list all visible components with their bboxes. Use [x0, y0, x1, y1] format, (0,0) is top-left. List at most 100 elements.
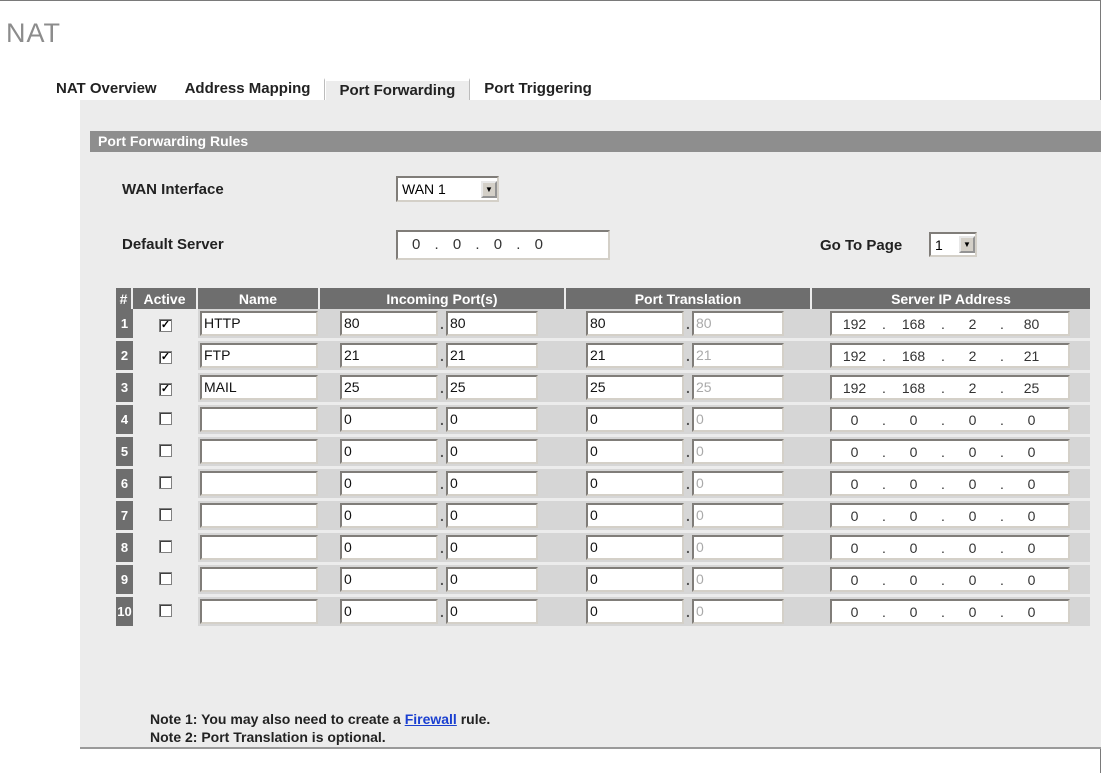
- server-ip-octet: 0: [850, 603, 859, 620]
- translation-port-start-input[interactable]: 0: [586, 503, 684, 528]
- default-server-octet-2: 0: [452, 236, 463, 253]
- translation-port-start-input[interactable]: 0: [586, 567, 684, 592]
- active-checkbox-cell: [133, 597, 198, 629]
- incoming-ports-cell: 0.0: [320, 565, 566, 597]
- check-icon: ✓: [160, 382, 171, 395]
- port-range-dot: .: [686, 315, 690, 332]
- ip-dot: .: [941, 475, 945, 492]
- incoming-port-end-input[interactable]: 80: [446, 311, 538, 336]
- name-input[interactable]: HTTP: [200, 311, 318, 336]
- incoming-port-start-input[interactable]: 0: [340, 599, 438, 624]
- server-ip-input[interactable]: 0. 0. 0. 0: [830, 567, 1070, 592]
- translation-port-start-input[interactable]: 21: [586, 343, 684, 368]
- server-ip-input[interactable]: 0. 0. 0. 0: [830, 407, 1070, 432]
- server-ip-input[interactable]: 192. 168. 2. 21: [830, 343, 1070, 368]
- active-checkbox[interactable]: [159, 475, 172, 489]
- server-ip-input[interactable]: 192. 168. 2. 25: [830, 375, 1070, 400]
- server-ip-input[interactable]: 0. 0. 0. 0: [830, 439, 1070, 464]
- wan-interface-select[interactable]: WAN 1 ▼: [396, 176, 499, 202]
- active-checkbox[interactable]: [159, 443, 172, 457]
- name-input[interactable]: [200, 567, 318, 592]
- port-translation-cell: 0.0: [566, 437, 812, 469]
- name-input[interactable]: [200, 599, 318, 624]
- row-number: 8: [116, 533, 133, 565]
- server-ip-octet: 0: [1027, 539, 1036, 556]
- translation-port-end-input: 0: [692, 535, 784, 560]
- active-checkbox[interactable]: [159, 571, 172, 585]
- active-checkbox[interactable]: [159, 507, 172, 521]
- row-number: 9: [116, 565, 133, 597]
- incoming-ports-cell: 0.0: [320, 437, 566, 469]
- server-ip-input[interactable]: 0. 0. 0. 0: [830, 599, 1070, 624]
- name-input[interactable]: [200, 471, 318, 496]
- incoming-port-start-input[interactable]: 0: [340, 503, 438, 528]
- name-cell: [198, 565, 320, 597]
- server-ip-octet: 80: [1023, 315, 1040, 332]
- translation-port-start-input[interactable]: 0: [586, 535, 684, 560]
- incoming-port-start-input[interactable]: 0: [340, 567, 438, 592]
- frame-top-border: [0, 0, 1101, 1]
- incoming-port-end-input[interactable]: 0: [446, 503, 538, 528]
- translation-port-start-input[interactable]: 0: [586, 599, 684, 624]
- row-number: 3: [116, 373, 133, 405]
- tab-port-forwarding[interactable]: Port Forwarding: [324, 78, 471, 100]
- active-checkbox[interactable]: [159, 411, 172, 425]
- ip-dot: .: [941, 603, 945, 620]
- incoming-port-end-input[interactable]: 21: [446, 343, 538, 368]
- translation-port-start-input[interactable]: 0: [586, 439, 684, 464]
- port-translation-cell: 0.0: [566, 565, 812, 597]
- ip-dot: .: [434, 236, 440, 253]
- incoming-port-start-input[interactable]: 21: [340, 343, 438, 368]
- translation-port-start-input[interactable]: 25: [586, 375, 684, 400]
- active-checkbox-cell: [133, 437, 198, 469]
- name-input[interactable]: FTP: [200, 343, 318, 368]
- translation-port-start-input[interactable]: 0: [586, 471, 684, 496]
- incoming-port-end-input[interactable]: 0: [446, 567, 538, 592]
- port-translation-cell: 21. 21: [566, 341, 812, 373]
- server-ip-input[interactable]: 0. 0. 0. 0: [830, 471, 1070, 496]
- name-cell: [198, 437, 320, 469]
- name-input[interactable]: [200, 503, 318, 528]
- incoming-port-end-input[interactable]: 0: [446, 599, 538, 624]
- server-ip-input[interactable]: 0. 0. 0. 0: [830, 503, 1070, 528]
- incoming-port-start-input[interactable]: 80: [340, 311, 438, 336]
- name-input[interactable]: [200, 535, 318, 560]
- tab-nat-overview[interactable]: NAT Overview: [42, 78, 171, 100]
- active-checkbox[interactable]: ✓: [159, 382, 172, 396]
- default-server-ip-field[interactable]: 0 . 0 . 0 . 0: [396, 230, 610, 260]
- incoming-port-start-input[interactable]: 25: [340, 375, 438, 400]
- incoming-port-end-input[interactable]: 0: [446, 407, 538, 432]
- translation-port-start-input[interactable]: 80: [586, 311, 684, 336]
- tab-address-mapping[interactable]: Address Mapping: [171, 78, 325, 100]
- go-to-page-select[interactable]: 1 ▼: [929, 232, 977, 257]
- incoming-port-start-input[interactable]: 0: [340, 471, 438, 496]
- incoming-port-end-input[interactable]: 0: [446, 439, 538, 464]
- firewall-link[interactable]: Firewall: [405, 711, 457, 727]
- translation-port-start-input[interactable]: 0: [586, 407, 684, 432]
- active-checkbox[interactable]: ✓: [159, 350, 172, 364]
- go-to-page-value: 1: [935, 236, 943, 253]
- ip-dot: .: [516, 236, 522, 253]
- server-ip-octet: 0: [1027, 411, 1036, 428]
- ip-dot: .: [941, 347, 945, 364]
- server-ip-input[interactable]: 0. 0. 0. 0: [830, 535, 1070, 560]
- tab-port-triggering[interactable]: Port Triggering: [470, 78, 606, 100]
- server-ip-input[interactable]: 192. 168. 2. 80: [830, 311, 1070, 336]
- name-input[interactable]: MAIL: [200, 375, 318, 400]
- translation-port-end-input: 0: [692, 503, 784, 528]
- active-checkbox-cell: [133, 533, 198, 565]
- active-checkbox[interactable]: [159, 603, 172, 617]
- name-input[interactable]: [200, 439, 318, 464]
- incoming-port-end-input[interactable]: 0: [446, 471, 538, 496]
- chevron-down-icon[interactable]: ▼: [481, 180, 497, 198]
- port-translation-cell: 25. 25: [566, 373, 812, 405]
- active-checkbox[interactable]: [159, 539, 172, 553]
- incoming-port-start-input[interactable]: 0: [340, 439, 438, 464]
- incoming-port-end-input[interactable]: 25: [446, 375, 538, 400]
- incoming-port-end-input[interactable]: 0: [446, 535, 538, 560]
- incoming-port-start-input[interactable]: 0: [340, 407, 438, 432]
- name-input[interactable]: [200, 407, 318, 432]
- incoming-port-start-input[interactable]: 0: [340, 535, 438, 560]
- active-checkbox[interactable]: ✓: [159, 318, 172, 332]
- chevron-down-icon[interactable]: ▼: [959, 236, 975, 253]
